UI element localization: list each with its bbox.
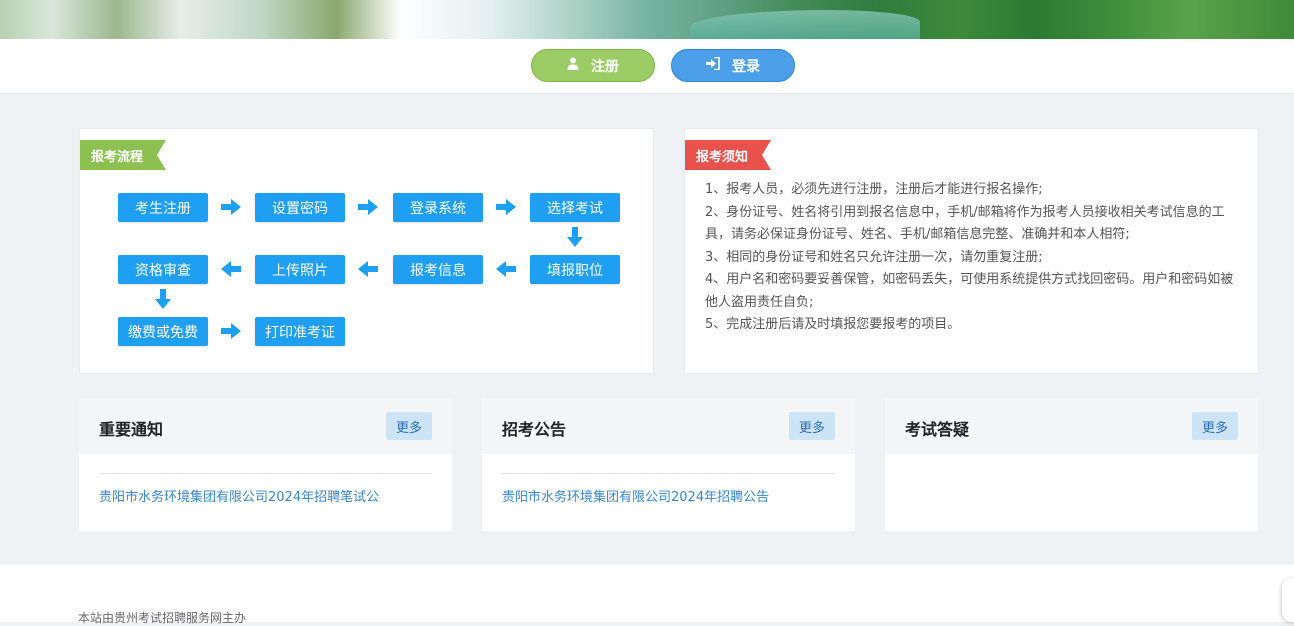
arrow-right-icon [496, 199, 516, 215]
step-payment[interactable]: 缴费或免费 [118, 317, 208, 346]
arrow-down-icon [567, 227, 583, 247]
arrow-down-icon [155, 289, 171, 309]
arrow-right-icon [221, 323, 241, 339]
registration-notice-panel: 报考须知 1、报考人员，必须先进行注册，注册后才能进行报名操作; 2、身份证号、… [684, 128, 1259, 374]
arrow-right-icon [221, 199, 241, 215]
register-label: 注册 [591, 58, 619, 75]
notice-link[interactable]: 贵阳市水务环境集团有限公司2024年招聘笔试公 [99, 486, 432, 505]
card-title: 考试答疑 [905, 420, 970, 439]
header-banner-image [0, 0, 1294, 39]
step-choose-exam[interactable]: 选择考试 [530, 193, 620, 222]
announcement-link[interactable]: 贵阳市水务环境集团有限公司2024年招聘公告 [502, 486, 835, 505]
notice-line: 2、身份证号、姓名将引用到报名信息中，手机/邮箱将作为报考人员接收相关考试信息的… [705, 204, 1225, 243]
step-set-password[interactable]: 设置密码 [255, 193, 345, 222]
step-qualification-review[interactable]: 资格审查 [118, 255, 208, 284]
step-upload-photo[interactable]: 上传照片 [255, 255, 345, 284]
arrow-left-icon [496, 261, 516, 277]
step-application-info[interactable]: 报考信息 [393, 255, 483, 284]
more-button[interactable]: 更多 [386, 412, 432, 440]
divider [502, 473, 835, 474]
card-title: 重要通知 [99, 420, 164, 439]
registration-flow-panel: 报考流程 考生注册 设置密码 登录系统 选择考试 资格审查 上传照片 报考信息 … [79, 128, 654, 374]
floating-side-button[interactable] [1282, 578, 1294, 622]
action-bar: 注册 登录 [0, 39, 1294, 94]
notice-list: 1、报考人员，必须先进行注册，注册后才能进行报名操作; 2、身份证号、姓名将引用… [705, 179, 1240, 337]
more-button[interactable]: 更多 [789, 412, 835, 440]
step-fill-position[interactable]: 填报职位 [530, 255, 620, 284]
sign-in-icon [706, 56, 720, 74]
card-important-notices: 重要通知 更多 贵阳市水务环境集团有限公司2024年招聘笔试公 [79, 398, 452, 531]
step-register[interactable]: 考生注册 [118, 193, 208, 222]
login-label: 登录 [732, 58, 760, 75]
notice-title-ribbon: 报考须知 [685, 140, 771, 170]
more-button[interactable]: 更多 [1192, 412, 1238, 440]
flow-title-ribbon: 报考流程 [80, 140, 166, 170]
arrow-left-icon [221, 261, 241, 277]
card-exam-faq: 考试答疑 更多 [885, 398, 1258, 531]
user-icon [567, 57, 579, 74]
step-print-admission[interactable]: 打印准考证 [255, 317, 345, 346]
card-title: 招考公告 [502, 420, 567, 439]
arrow-left-icon [358, 261, 378, 277]
footer-text: 本站由贵州考试招聘服务网主办 [78, 611, 247, 625]
card-recruitment-announcements: 招考公告 更多 贵阳市水务环境集团有限公司2024年招聘公告 [482, 398, 855, 531]
notice-line: 3、相同的身份证号和姓名只允许注册一次，请勿重复注册; [705, 249, 1043, 265]
arrow-right-icon [358, 199, 378, 215]
notice-line: 1、报考人员，必须先进行注册，注册后才能进行报名操作; [705, 182, 1043, 197]
card-header: 重要通知 更多 [79, 398, 452, 454]
card-header: 考试答疑 更多 [885, 398, 1258, 454]
card-header: 招考公告 更多 [482, 398, 855, 454]
notice-line: 5、完成注册后请及时填报您要报考的项目。 [705, 317, 961, 332]
login-button[interactable]: 登录 [671, 49, 795, 82]
divider [99, 473, 432, 474]
footer: 本站由贵州考试招聘服务网主办 [0, 565, 1294, 625]
notice-line: 4、用户名和密码要妥善保管，如密码丢失，可使用系统提供方式找回密码。用户和密码如… [705, 272, 1234, 310]
banner-water-decoration [690, 10, 920, 39]
register-button[interactable]: 注册 [531, 49, 655, 82]
step-login-system[interactable]: 登录系统 [393, 193, 483, 222]
